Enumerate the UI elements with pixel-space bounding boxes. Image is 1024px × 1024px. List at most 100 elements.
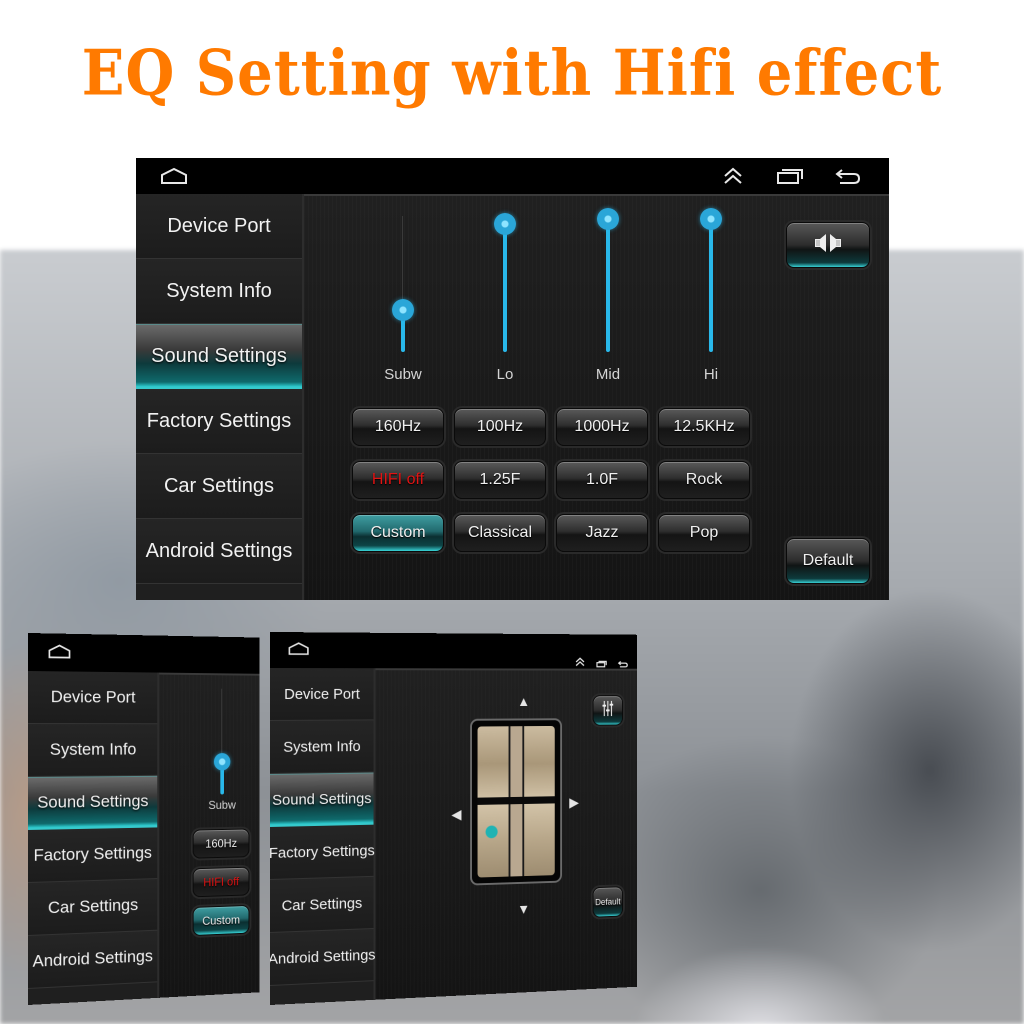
- preset-rock-button[interactable]: Rock: [658, 461, 750, 499]
- hi-slider[interactable]: [696, 207, 726, 352]
- sidebar-item-label: Factory Settings: [33, 843, 152, 865]
- hifi-toggle-button[interactable]: HIFI off: [352, 461, 444, 499]
- balance-panel: ▲ ▼ ◀ ▶ Default: [375, 668, 638, 1000]
- slider-knob[interactable]: [597, 207, 619, 230]
- sidebar-item-label: Car Settings: [163, 474, 275, 497]
- sidebar-item-label: Android Settings: [145, 539, 293, 562]
- sidebar-item-label: Android Settings: [270, 946, 376, 968]
- left-arrow-icon[interactable]: ◀: [451, 806, 461, 823]
- sidebar-item-factory-settings[interactable]: Factory Settings: [136, 389, 302, 454]
- freq-12-5khz-button[interactable]: 12.5KHz: [658, 408, 750, 446]
- eq-panel: Subw 160Hz HIFI off Custom: [159, 672, 260, 998]
- sidebar-item-label: Factory Settings: [270, 841, 375, 862]
- right-arrow-icon[interactable]: ▶: [569, 794, 579, 810]
- headline: EQ Setting with Hifi effect: [81, 36, 943, 110]
- subw-slider[interactable]: [388, 216, 418, 352]
- slider-fill: [606, 218, 610, 352]
- preset-jazz-button[interactable]: Jazz: [556, 514, 648, 552]
- subw-label: Subw: [208, 798, 236, 812]
- q-1-25f-button[interactable]: 1.25F: [454, 461, 546, 499]
- preset-pop-button[interactable]: Pop: [658, 514, 750, 552]
- q-1-0f-button[interactable]: 1.0F: [556, 461, 648, 499]
- nav-bar: [270, 632, 638, 669]
- sidebar-item-car-settings[interactable]: Car Settings: [28, 879, 158, 936]
- sidebar-item-label: Android Settings: [32, 946, 153, 971]
- preset-custom-button[interactable]: Custom: [192, 904, 250, 936]
- freq-160hz-button[interactable]: 160Hz: [352, 408, 444, 446]
- sidebar-item-android-settings[interactable]: Android Settings: [28, 930, 158, 989]
- sidebar-item-factory-settings[interactable]: Factory Settings: [270, 824, 375, 880]
- sidebar-item-label: Car Settings: [281, 894, 363, 915]
- subw-slider[interactable]: [208, 688, 235, 795]
- sidebar-item-label: Sound Settings: [151, 344, 287, 367]
- sidebar-item-system-info[interactable]: System Info: [270, 720, 374, 774]
- home-icon[interactable]: [288, 641, 310, 661]
- double-chevron-up-icon[interactable]: [722, 166, 744, 191]
- slider-knob[interactable]: [700, 207, 722, 230]
- sidebar-item-label: System Info: [166, 279, 272, 302]
- car-interior-image[interactable]: [470, 718, 563, 886]
- settings-sidebar: Device Port System Info Sound Settings F…: [28, 671, 160, 1005]
- main-eq-screen: Device Port System Info Sound Settings F…: [136, 158, 889, 600]
- settings-sidebar: Device Port System Info Sound Settings F…: [136, 194, 304, 600]
- equalizer-button[interactable]: [592, 695, 623, 726]
- nav-bar: [28, 633, 260, 674]
- sidebar-item-sound-settings[interactable]: Sound Settings: [28, 775, 158, 830]
- sidebar-item-factory-settings[interactable]: Factory Settings: [28, 827, 158, 883]
- hi-label: Hi: [703, 366, 719, 383]
- default-button[interactable]: Default: [786, 538, 870, 584]
- sidebar-item-label: System Info: [283, 737, 361, 756]
- freq-100hz-button[interactable]: 100Hz: [454, 408, 546, 446]
- sidebar-item-label: Sound Settings: [272, 789, 372, 809]
- slider-fill: [709, 218, 713, 352]
- sidebar-item-system-info[interactable]: System Info: [136, 259, 302, 324]
- equalizer-icon: [602, 699, 614, 721]
- sidebar-item-label: Car Settings: [47, 895, 139, 918]
- mid-slider[interactable]: [593, 207, 623, 352]
- back-icon[interactable]: [834, 167, 862, 190]
- speaker-balance-icon: [813, 233, 843, 258]
- slider-knob[interactable]: [494, 213, 516, 236]
- settings-sidebar: Device Port System Info Sound Settings F…: [270, 668, 376, 1005]
- preset-classical-button[interactable]: Classical: [454, 514, 546, 552]
- sidebar-item-device-port[interactable]: Device Port: [270, 668, 374, 721]
- sidebar-item-system-info[interactable]: System Info: [28, 724, 158, 777]
- sidebar-item-label: Device Port: [284, 685, 360, 703]
- eq-screen-preview: Device Port System Info Sound Settings F…: [28, 633, 260, 1005]
- slider-knob[interactable]: [392, 298, 414, 321]
- sidebar-item-label: Factory Settings: [146, 409, 292, 432]
- sidebar-item-label: System Info: [49, 739, 137, 759]
- home-icon[interactable]: [160, 167, 188, 190]
- speaker-balance-screen: Device Port System Info Sound Settings F…: [270, 632, 638, 1005]
- speaker-balance-button[interactable]: [786, 222, 870, 268]
- home-icon[interactable]: [48, 643, 71, 664]
- recent-apps-icon[interactable]: [776, 167, 804, 190]
- balance-focus-point[interactable]: [477, 725, 555, 878]
- sidebar-item-sound-settings[interactable]: Sound Settings: [270, 772, 374, 827]
- sidebar-item-device-port[interactable]: Device Port: [136, 194, 302, 259]
- preset-custom-button[interactable]: Custom: [352, 514, 444, 552]
- sidebar-item-label: Sound Settings: [37, 791, 149, 812]
- hifi-toggle-button[interactable]: HIFI off: [192, 866, 250, 898]
- eq-panel: Subw Lo Mid Hi 160Hz 100Hz 1000Hz 12.5KH…: [304, 194, 889, 600]
- sidebar-item-car-settings[interactable]: Car Settings: [136, 454, 302, 519]
- nav-bar: [136, 158, 889, 194]
- sidebar-item-label: Device Port: [50, 687, 136, 707]
- sidebar-item-sound-settings[interactable]: Sound Settings: [136, 324, 302, 389]
- slider-knob[interactable]: [213, 752, 231, 771]
- lo-label: Lo: [496, 366, 514, 383]
- default-button[interactable]: Default: [592, 886, 623, 918]
- lo-slider[interactable]: [490, 213, 520, 352]
- sidebar-item-android-settings[interactable]: Android Settings: [270, 928, 376, 986]
- sidebar-item-android-settings[interactable]: Android Settings: [136, 519, 302, 584]
- up-arrow-icon[interactable]: ▲: [517, 693, 530, 708]
- sidebar-item-device-port[interactable]: Device Port: [28, 671, 158, 725]
- slider-fill: [503, 224, 507, 352]
- sidebar-item-car-settings[interactable]: Car Settings: [270, 876, 374, 933]
- down-arrow-icon[interactable]: ▼: [517, 901, 530, 917]
- subw-label: Subw: [384, 366, 422, 383]
- sidebar-item-label: Device Port: [167, 214, 271, 237]
- freq-1000hz-button[interactable]: 1000Hz: [556, 408, 648, 446]
- mid-label: Mid: [595, 366, 621, 383]
- freq-160hz-button[interactable]: 160Hz: [192, 828, 250, 859]
